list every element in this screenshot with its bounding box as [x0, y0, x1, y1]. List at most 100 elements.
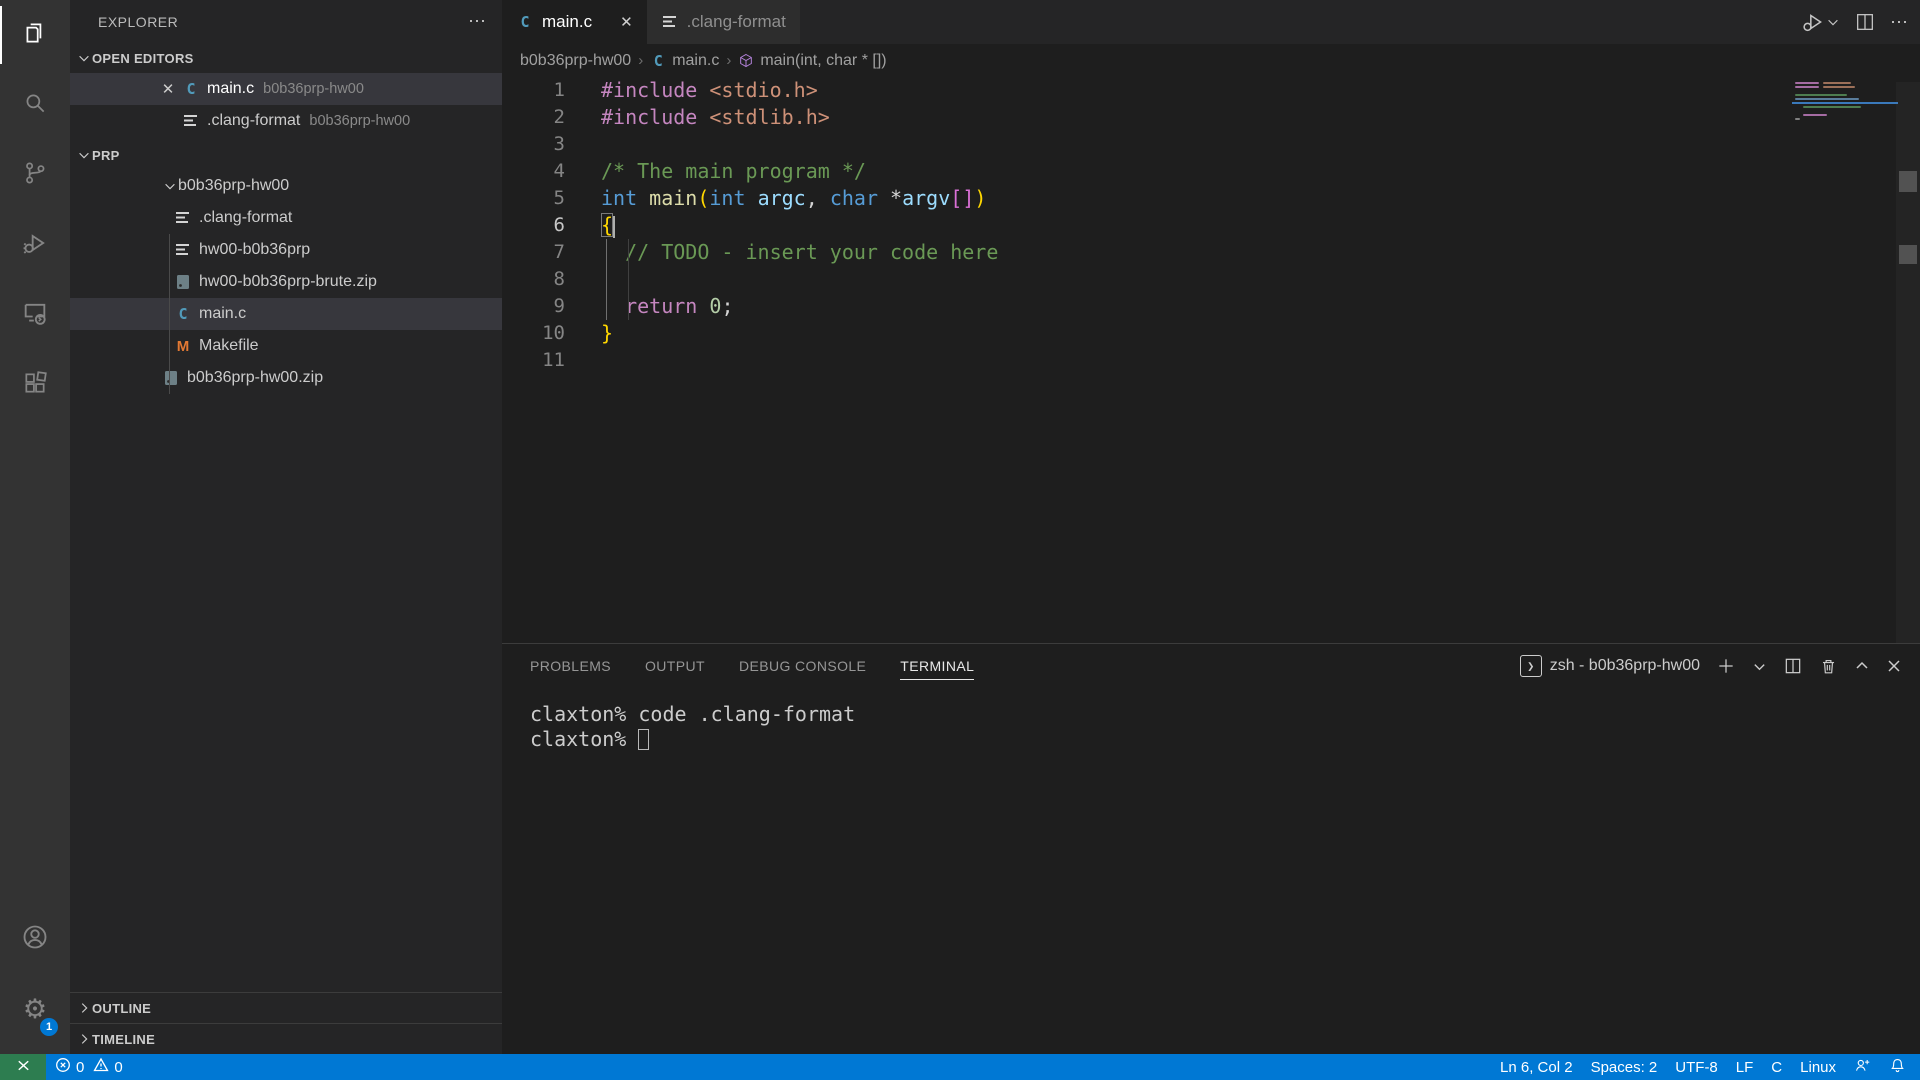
tree-file-b0b36prp-hw00-zip[interactable]: b0b36prp-hw00.zip — [70, 362, 502, 394]
activitybar-accounts[interactable] — [0, 904, 70, 974]
settings-file-icon — [661, 13, 679, 31]
minimap[interactable] — [1795, 82, 1895, 202]
breadcrumb-separator: › — [726, 52, 731, 69]
terminal-line: claxton% code .clang-format — [530, 702, 1920, 727]
account-icon — [21, 923, 49, 956]
open-editor-clang-format[interactable]: .clang-format b0b36prp-hw00 — [70, 105, 502, 137]
activitybar-extensions[interactable] — [0, 350, 70, 420]
status-bar-right: Ln 6, Col 2 Spaces: 2 UTF-8 LF C Linux — [1491, 1054, 1920, 1080]
code-line: 2 #include <stdlib.h> — [502, 104, 1920, 131]
panel-actions: ❯ zsh - b0b36prp-hw00 — [1520, 644, 1902, 688]
remote-indicator[interactable] — [0, 1054, 46, 1080]
c-file-icon: C — [516, 13, 534, 31]
active-indent-guide — [606, 239, 607, 320]
open-editor-name: .clang-format — [207, 112, 300, 130]
code-line: 3 — [502, 131, 1920, 158]
indent-guide — [628, 239, 629, 320]
editor-group: C main.c ✕ .clang-format ⋯ b0b36prp-hw00… — [502, 0, 1920, 643]
error-count: 0 — [76, 1059, 84, 1076]
workspace-section-header[interactable]: PRP — [70, 140, 502, 170]
zip-file-icon — [174, 273, 192, 291]
language-mode-status[interactable]: C — [1762, 1054, 1791, 1080]
code-line-current: 6 { — [502, 212, 1920, 239]
activitybar-settings[interactable]: ⚙ 1 — [0, 974, 70, 1044]
open-editor-main-c[interactable]: ✕ C main.c b0b36prp-hw00 — [70, 73, 502, 105]
activitybar-remote-explorer[interactable] — [0, 280, 70, 350]
warning-count: 0 — [114, 1059, 122, 1076]
terminal-icon: ❯ — [1520, 655, 1542, 677]
symbol-method-icon — [738, 52, 754, 70]
split-terminal-button[interactable] — [1783, 656, 1803, 676]
activitybar-search[interactable] — [0, 70, 70, 140]
chevron-down-icon — [76, 147, 92, 163]
breadcrumb-folder[interactable]: b0b36prp-hw00 — [520, 52, 631, 70]
code-line: 1 #include <stdio.h> — [502, 77, 1920, 104]
code-editor[interactable]: 1 #include <stdio.h> 2 #include <stdlib.… — [502, 77, 1920, 374]
open-editors-header[interactable]: OPEN EDITORS — [70, 43, 502, 73]
c-file-icon: C — [174, 305, 192, 323]
more-actions-icon[interactable]: ⋯ — [1890, 12, 1910, 33]
feedback-button[interactable] — [1845, 1054, 1880, 1080]
tree-file-hw00-brute-zip[interactable]: hw00-b0b36prp-brute.zip — [70, 266, 502, 298]
activitybar-bottom: ⚙ 1 — [0, 904, 70, 1044]
run-or-debug-button[interactable] — [1800, 9, 1840, 35]
activitybar-source-control[interactable] — [0, 140, 70, 210]
activitybar-run-debug[interactable] — [0, 210, 70, 280]
terminal-line: claxton% — [530, 727, 1920, 752]
editor-tabs: C main.c ✕ .clang-format ⋯ — [502, 0, 1920, 44]
outline-section-header[interactable]: OUTLINE — [70, 992, 502, 1023]
vscode-window: ⚙ 1 EXPLORER ⋯ OPEN EDITORS ✕ C main.c b… — [0, 0, 1920, 1080]
panel-tabs: PROBLEMS OUTPUT DEBUG CONSOLE TERMINAL ❯… — [502, 644, 1920, 688]
editor-scrollbar[interactable] — [1896, 82, 1920, 643]
notifications-button[interactable] — [1880, 1054, 1920, 1080]
code-line: 9 return 0; — [502, 293, 1920, 320]
c-file-icon: C — [650, 52, 666, 70]
tree-file-clang-format[interactable]: .clang-format — [70, 202, 502, 234]
tab-output[interactable]: OUTPUT — [645, 644, 705, 688]
file-tree: b0b36prp-hw00 .clang-format hw00-b0b36pr… — [70, 170, 502, 394]
explorer-more-actions-icon[interactable]: ⋯ — [468, 11, 488, 32]
terminal-output[interactable]: claxton% code .clang-formatclaxton% — [502, 688, 1920, 752]
code-line: 10 } — [502, 320, 1920, 347]
tab-main-c[interactable]: C main.c ✕ — [502, 0, 647, 44]
os-status[interactable]: Linux — [1791, 1054, 1845, 1080]
close-icon[interactable]: ✕ — [620, 13, 633, 31]
activity-bar: ⚙ 1 — [0, 0, 70, 1054]
split-editor-button[interactable] — [1854, 11, 1876, 33]
tab-terminal[interactable]: TERMINAL — [900, 644, 974, 688]
open-editor-name: main.c — [207, 80, 254, 98]
tree-folder-b0b36prp-hw00[interactable]: b0b36prp-hw00 — [70, 170, 502, 202]
timeline-section-header[interactable]: TIMELINE — [70, 1023, 502, 1054]
breadcrumb: b0b36prp-hw00 › C main.c › main(int, cha… — [502, 44, 1920, 77]
breadcrumb-symbol[interactable]: main(int, char * []) — [738, 52, 886, 70]
tab-clang-format[interactable]: .clang-format — [647, 0, 800, 44]
eol-status[interactable]: LF — [1727, 1054, 1763, 1080]
maximize-panel-button[interactable] — [1854, 658, 1870, 674]
indentation-status[interactable]: Spaces: 2 — [1582, 1054, 1667, 1080]
open-editor-description: b0b36prp-hw00 — [309, 113, 410, 129]
tab-problems[interactable]: PROBLEMS — [530, 644, 611, 688]
minimap-current-line — [1792, 102, 1898, 104]
close-icon[interactable]: ✕ — [154, 80, 182, 98]
cursor-position-status[interactable]: Ln 6, Col 2 — [1491, 1054, 1582, 1080]
close-panel-button[interactable] — [1886, 658, 1902, 674]
chevron-right-icon — [76, 1000, 92, 1016]
terminal-selector[interactable]: ❯ zsh - b0b36prp-hw00 — [1520, 655, 1700, 677]
tab-debug-console[interactable]: DEBUG CONSOLE — [739, 644, 866, 688]
zip-file-icon — [162, 369, 180, 387]
feedback-icon — [1854, 1057, 1871, 1078]
breadcrumb-file[interactable]: C main.c — [650, 52, 719, 70]
new-terminal-button[interactable] — [1716, 656, 1736, 676]
problems-status[interactable]: 0 0 — [46, 1054, 132, 1080]
terminal-dropdown-icon[interactable] — [1752, 659, 1767, 674]
kill-terminal-button[interactable] — [1819, 657, 1838, 676]
code-line: 7 // TODO - insert your code here — [502, 239, 1920, 266]
tree-file-hw00-b0b36prp[interactable]: hw00-b0b36prp — [70, 234, 502, 266]
activitybar-explorer[interactable] — [0, 0, 70, 70]
files-icon — [22, 20, 48, 51]
encoding-status[interactable]: UTF-8 — [1666, 1054, 1727, 1080]
status-bar: 0 0 Ln 6, Col 2 Spaces: 2 UTF-8 LF C Lin… — [0, 1054, 1920, 1080]
tree-file-main-c[interactable]: C main.c — [70, 298, 502, 330]
remote-explorer-icon — [21, 299, 49, 332]
tree-file-makefile[interactable]: M Makefile — [70, 330, 502, 362]
